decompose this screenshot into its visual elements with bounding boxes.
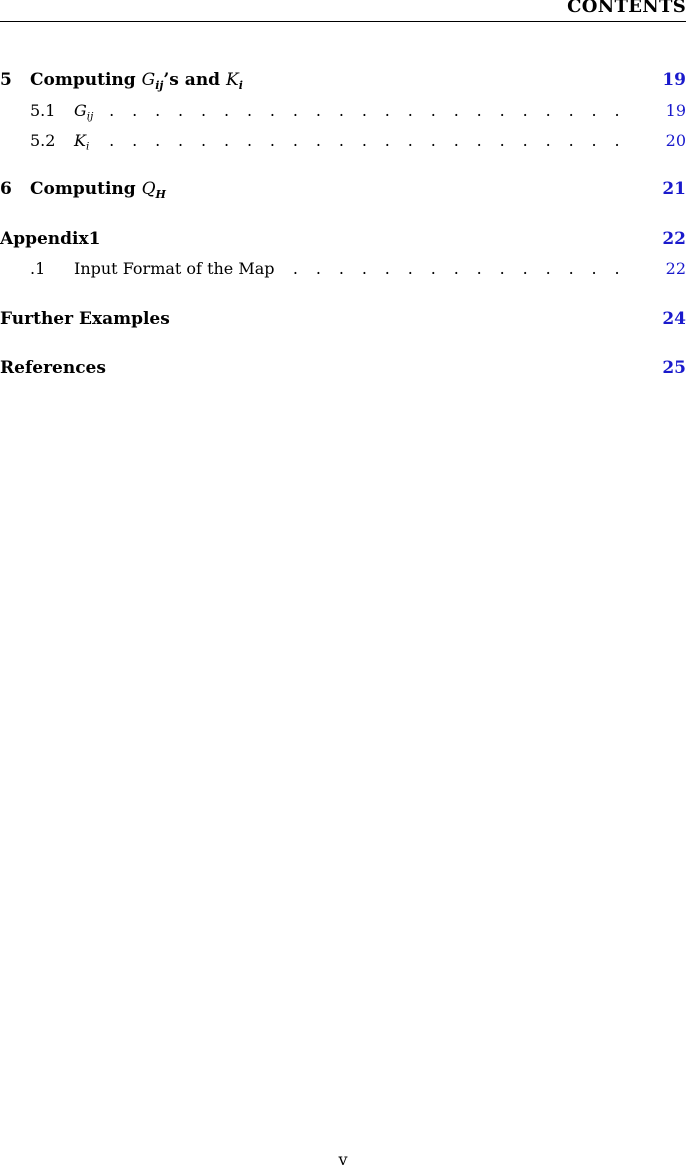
section-title: Input Format of the Map bbox=[74, 259, 275, 278]
chapter-title-text: Computing bbox=[30, 70, 142, 90]
section-title: Ki bbox=[74, 131, 89, 153]
toc-entry-references[interactable]: References 25 bbox=[0, 358, 686, 384]
page-link[interactable]: 19 bbox=[626, 70, 686, 90]
chapter-title-text-mid: ’s and bbox=[163, 70, 226, 90]
math-k-subscript: i bbox=[85, 140, 90, 153]
chapter-title: Computing QH bbox=[30, 179, 626, 201]
chapter-title: References bbox=[0, 358, 106, 378]
page-link[interactable]: 19 bbox=[656, 101, 686, 120]
page-link[interactable]: 22 bbox=[656, 259, 686, 278]
toc-entry-section-5-1[interactable]: 5.1 Gij . . . . . . . . . . . . . . . . … bbox=[0, 101, 686, 127]
running-head: CONTENTS bbox=[567, 0, 686, 17]
toc-entry-chapter-6[interactable]: 6 Computing QH 21 bbox=[0, 179, 686, 205]
chapter-title: Further Examples bbox=[0, 309, 170, 329]
section-number: 5.2 bbox=[30, 131, 56, 150]
toc-entry-appendix[interactable]: Appendix1 22 bbox=[0, 229, 686, 255]
math-k-subscript: i bbox=[238, 78, 243, 92]
page-link[interactable]: 24 bbox=[626, 309, 686, 329]
section-title: Gij bbox=[74, 101, 93, 123]
math-k: K bbox=[74, 131, 86, 150]
toc-entry-section-5-2[interactable]: 5.2 Ki . . . . . . . . . . . . . . . . .… bbox=[0, 131, 686, 157]
dot-leaders: . . . . . . . . . . . . . . . . . . . . … bbox=[97, 131, 626, 150]
page-link[interactable]: 25 bbox=[626, 358, 686, 378]
section-number: 5.1 bbox=[30, 101, 56, 120]
chapter-title: Appendix1 bbox=[0, 229, 101, 249]
math-q: Q bbox=[141, 179, 156, 199]
chapter-number: 6 bbox=[0, 179, 12, 199]
page-link[interactable]: 20 bbox=[656, 131, 686, 150]
math-q-subscript: H bbox=[155, 187, 166, 201]
section-number: .1 bbox=[30, 259, 46, 278]
page-link[interactable]: 22 bbox=[626, 229, 686, 249]
dot-leaders: . . . . . . . . . . . . . . . . . . . . … bbox=[283, 259, 626, 278]
dot-leaders: . . . . . . . . . . . . . . . . . . . . … bbox=[101, 101, 626, 120]
chapter-title-text: Computing bbox=[30, 179, 142, 199]
math-k: K bbox=[225, 70, 239, 90]
page-number: v bbox=[338, 1150, 348, 1169]
toc-entry-chapter-5[interactable]: 5 Computing Gij’s and Ki 19 bbox=[0, 70, 686, 96]
math-g: G bbox=[74, 101, 87, 120]
page-link[interactable]: 21 bbox=[626, 179, 686, 199]
header-rule bbox=[0, 21, 686, 22]
chapter-title: Computing Gij’s and Ki bbox=[30, 70, 626, 92]
toc-entry-appendix-section-1[interactable]: .1 Input Format of the Map . . . . . . .… bbox=[0, 259, 686, 285]
chapter-number: 5 bbox=[0, 70, 12, 90]
toc-entry-further-examples[interactable]: Further Examples 24 bbox=[0, 309, 686, 335]
math-g-subscript: ij bbox=[86, 110, 94, 123]
math-g: G bbox=[141, 70, 156, 90]
